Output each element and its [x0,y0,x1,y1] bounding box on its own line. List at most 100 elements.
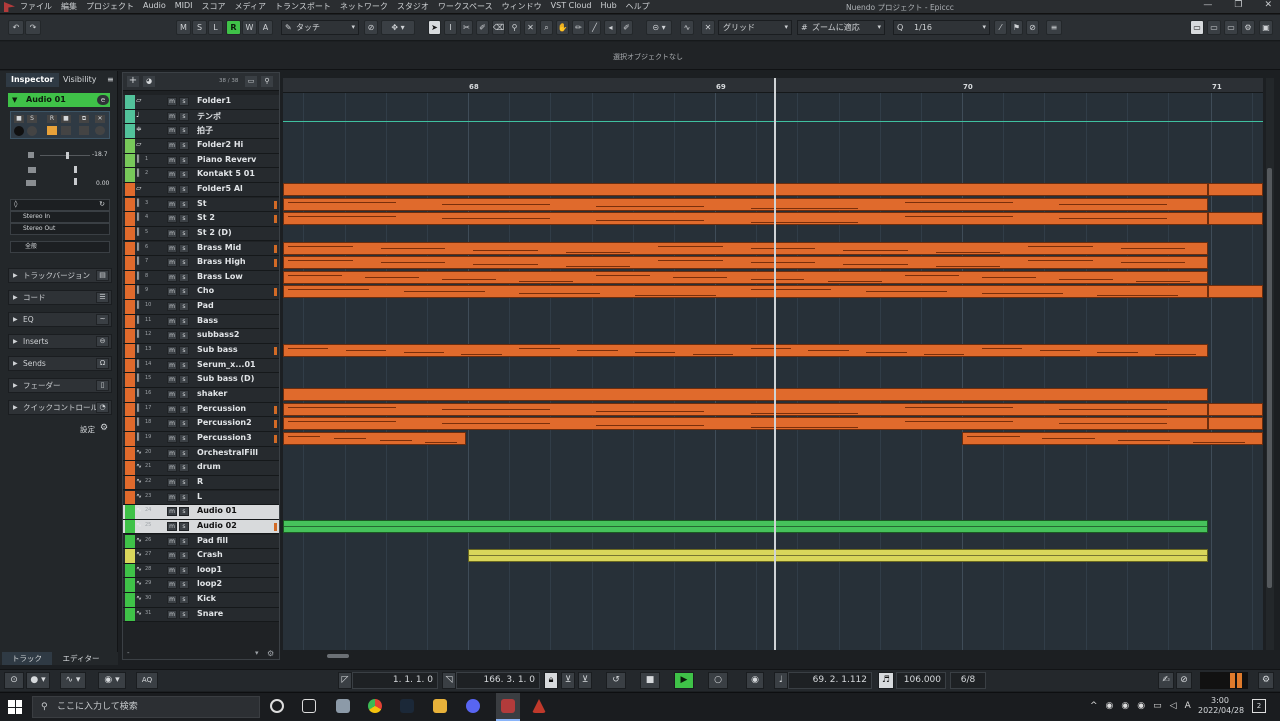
track-mute-button[interactable]: m [167,551,177,561]
track-mute-button[interactable]: m [167,536,177,546]
track-solo-button[interactable]: s [179,272,189,282]
event-part[interactable] [283,417,1208,431]
event-part[interactable] [283,431,466,445]
track-solo-button[interactable]: s [179,155,189,165]
punch-in-icon[interactable]: ⊻ [561,672,575,689]
track-mute-button[interactable]: m [167,184,177,194]
track-row[interactable]: ∿ 24 m s Audio 01 [123,505,279,520]
event-part[interactable] [468,549,1208,563]
quantize-select[interactable]: Q 1/16 ▾ [893,20,990,35]
track-solo-button[interactable]: s [179,609,189,619]
inspector-menu-icon[interactable]: ≡ [102,73,119,87]
track-solo-button[interactable]: s [179,97,189,106]
track-mute-button[interactable]: m [167,272,177,282]
track-mute-button[interactable]: m [167,565,177,575]
track-row[interactable]: ∿ 27 m s Crash [123,549,279,564]
track-mute-button[interactable]: m [167,404,177,414]
track-row[interactable]: ║ 19 m s Percussion3 [123,431,279,447]
tab-inspector[interactable]: Inspector [6,73,59,87]
notification-icon[interactable]: 2 [1252,699,1266,713]
track-mute-button[interactable]: m [167,609,177,619]
metronome-icon[interactable]: ♩ [774,672,788,689]
track-solo-button[interactable]: s [179,258,189,268]
track-mute-button[interactable]: m [167,390,177,399]
play-tool-icon[interactable]: ◂ [604,20,617,35]
track-solo-button[interactable]: s [179,214,189,224]
track-solo-button[interactable]: s [179,184,189,194]
track-solo-button[interactable]: s [179,551,189,561]
track-row[interactable]: ║ 16 m s shaker [123,388,279,403]
settings-gear-icon[interactable]: ⚙ [100,423,108,433]
toolbar-menu-icon[interactable]: ≡ [1046,20,1062,35]
restore-button[interactable]: ❐ [1234,0,1242,10]
snap-type-select[interactable]: グリッド ▾ [718,20,792,35]
track-solo-button[interactable]: s [179,228,189,238]
add-track-icon[interactable]: + [127,76,139,87]
track-mute-button[interactable]: m [167,258,177,268]
track-solo-button[interactable]: s [179,390,189,399]
event-part[interactable] [283,212,1208,226]
quantize-presets-icon[interactable]: ⚑ [1010,20,1023,35]
track-mute-button[interactable]: m [167,155,177,165]
track-row[interactable]: ∿ 30 m s Kick [123,593,279,608]
track-mute-button[interactable]: m [167,243,177,253]
snap-on-icon[interactable]: ✕ [701,20,715,35]
output-routing-select[interactable]: Stereo Out [10,223,110,235]
right-locator-field[interactable]: 166. 3. 1. 0 [456,672,540,689]
track-row[interactable]: ∿ 29 m s loop2 [123,578,279,594]
track-mute-button[interactable]: m [167,214,177,224]
window-layout-icon[interactable]: ▣ [1259,20,1273,35]
transport-settings-icon[interactable]: ⚙ [1258,672,1274,689]
track-row[interactable]: ∿ 22 m s R [123,475,279,491]
event-part[interactable] [1208,182,1263,196]
scroll-thumb[interactable] [327,654,349,658]
event-part[interactable] [283,270,1208,284]
draw-tool-icon[interactable]: ✏ [572,20,585,35]
line-tool-icon[interactable]: ╱ [588,20,601,35]
track-solo-button[interactable]: s [179,331,189,341]
track-row[interactable]: ║ 18 m s Percussion2 [123,417,279,432]
track-row[interactable]: ∿ 31 m s Snare [123,607,279,623]
redo-button[interactable]: ↷ [25,20,41,35]
section-quick-controls[interactable]: クイックコントロール◔ [8,400,112,415]
event-part[interactable] [1208,285,1263,299]
read-button[interactable]: R [47,115,57,123]
track-mute-button[interactable]: m [167,360,177,370]
automation-mode-select[interactable]: ✎ タッチ ▾ [281,20,359,35]
solo-all-button[interactable]: S [192,20,207,35]
track-row[interactable]: ║ 15 m s Sub bass (D) [123,373,279,388]
horizontal-scrollbar[interactable] [283,652,1263,660]
tray-app-icon[interactable]: ◉ [1106,701,1114,711]
input-routing-select[interactable]: Stereo In [10,211,110,223]
track-solo-button[interactable]: s [179,448,189,458]
menu-project[interactable]: プロジェクト [86,1,134,12]
inspector-track-name[interactable]: ▼ Audio 01 [8,93,110,107]
steam-icon[interactable] [400,699,414,713]
iterative-quantize-icon[interactable]: ⁄ [994,20,1007,35]
settings-icon[interactable] [95,126,105,135]
nuendo-taskbar-button[interactable] [496,693,520,721]
section-inserts[interactable]: Inserts ⊖ [8,334,112,349]
track-solo-button[interactable]: s [179,126,189,136]
layout-left-icon[interactable]: ▭ [1190,20,1204,35]
track-solo-button[interactable]: s [179,463,189,473]
track-mute-button[interactable]: m [167,375,177,385]
track-solo-button[interactable]: s [179,580,189,590]
track-solo-button[interactable]: s [179,433,189,443]
tray-app-icon[interactable]: ◉ [1121,701,1129,711]
track-solo-button[interactable]: s [179,536,189,546]
settings-label[interactable]: 設定 [80,424,95,435]
position-display[interactable]: 69. 2. 1.112 [788,672,872,689]
edit-channel-icon[interactable]: ⧉ [79,115,89,123]
event-part[interactable] [1208,212,1263,226]
track-row[interactable]: ║ 12 m s subbass2 [123,329,279,344]
track-solo-button[interactable]: s [179,375,189,385]
track-solo-button[interactable]: s [179,243,189,253]
write-button[interactable]: ■ [61,115,71,123]
tempo-field[interactable]: 106.000 [896,672,946,689]
tray-app-icon[interactable]: ◉ [1137,701,1145,711]
track-list-collapse-icon[interactable]: - [127,649,130,657]
range-tool-icon[interactable]: I [444,20,457,35]
track-row[interactable]: ║ 1 m s Piano Reverv [123,153,279,169]
event-part[interactable] [1208,417,1263,431]
